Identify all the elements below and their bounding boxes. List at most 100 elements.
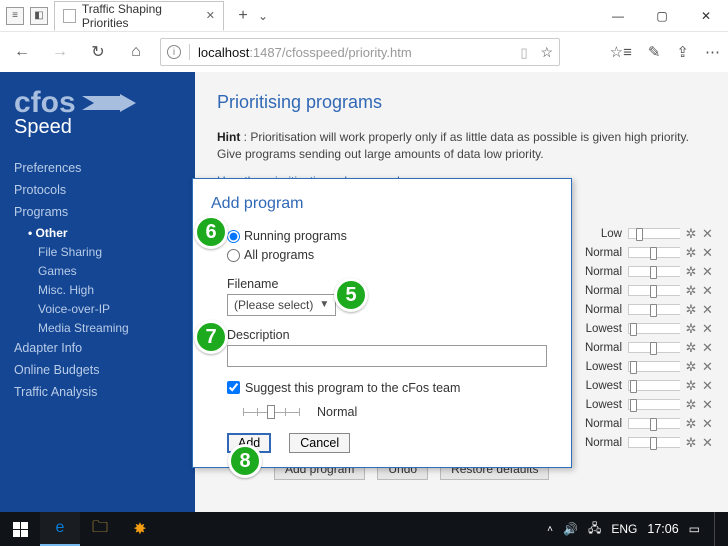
radio-all-input[interactable] <box>227 249 240 262</box>
system-tray: ˄ 🔊 🖧 ENG 17:06 ▭ <box>547 512 728 546</box>
priority-slider[interactable] <box>628 380 680 391</box>
forward-button[interactable]: → <box>46 38 74 66</box>
taskbar-explorer-icon[interactable]: 🗀 <box>80 512 120 546</box>
nav-protocols[interactable]: Protocols <box>14 179 181 201</box>
gear-icon[interactable]: ✲ <box>684 417 698 431</box>
sidebar-toggle-icon[interactable]: ◧ <box>30 7 48 25</box>
tab-favicon <box>63 9 76 23</box>
share-icon[interactable]: ⇪ <box>676 43 689 61</box>
logo-line2: Speed <box>14 116 181 139</box>
dialog-title: Add program <box>211 195 553 213</box>
priority-slider[interactable] <box>628 437 680 448</box>
delete-icon[interactable]: ✕ <box>702 245 714 261</box>
delete-icon[interactable]: ✕ <box>702 435 714 451</box>
tab-close-icon[interactable]: ✕ <box>206 9 215 22</box>
radio-all-programs[interactable]: All programs <box>227 246 553 265</box>
suggest-checkbox-row[interactable]: Suggest this program to the cFos team <box>227 381 553 395</box>
nav-voip[interactable]: Voice-over-IP <box>28 299 181 318</box>
radio-running-programs[interactable]: Running programs <box>227 227 553 246</box>
delete-icon[interactable]: ✕ <box>702 378 714 394</box>
home-button[interactable]: ⌂ <box>122 38 150 66</box>
suggest-label: Suggest this program to the cFos team <box>245 381 460 395</box>
browser-tab[interactable]: Traffic Shaping Priorities ✕ <box>54 1 224 31</box>
gear-icon[interactable]: ✲ <box>684 341 698 355</box>
delete-icon[interactable]: ✕ <box>702 416 714 432</box>
priority-slider[interactable] <box>628 342 680 353</box>
site-info-icon[interactable]: i <box>167 45 181 59</box>
tab-dropdown-icon[interactable]: ⌄ <box>258 9 268 23</box>
show-desktop-button[interactable] <box>714 512 720 546</box>
tray-overflow-icon[interactable]: ˄ <box>547 524 553 535</box>
tray-notifications-icon[interactable]: ▭ <box>689 522 700 536</box>
reading-view-icon[interactable]: ▯ <box>520 45 534 59</box>
dialog-priority-slider[interactable] <box>243 406 299 418</box>
nav-adapter-info[interactable]: Adapter Info <box>14 337 181 359</box>
nav-traffic-analysis[interactable]: Traffic Analysis <box>14 381 181 403</box>
priority-slider[interactable] <box>628 304 680 315</box>
new-tab-button[interactable]: + <box>230 7 256 25</box>
minimize-button[interactable]: — <box>596 0 640 32</box>
dialog-priority-value: Normal <box>317 405 357 419</box>
windows-logo-icon <box>13 522 28 537</box>
taskbar-edge-icon[interactable]: e <box>40 512 80 546</box>
suggest-checkbox[interactable] <box>227 381 240 394</box>
cancel-button[interactable]: Cancel <box>289 433 350 453</box>
nav-programs[interactable]: Programs <box>14 201 181 223</box>
nav-online-budgets[interactable]: Online Budgets <box>14 359 181 381</box>
gear-icon[interactable]: ✲ <box>684 436 698 450</box>
address-bar[interactable]: i localhost:1487/cfosspeed/priority.htm … <box>160 38 560 66</box>
delete-icon[interactable]: ✕ <box>702 264 714 280</box>
nav-other[interactable]: Other <box>28 223 181 242</box>
refresh-button[interactable]: ↻ <box>84 38 112 66</box>
nav-misc-high[interactable]: Misc. High <box>28 280 181 299</box>
nav-games[interactable]: Games <box>28 261 181 280</box>
radio-running-input[interactable] <box>227 230 240 243</box>
delete-icon[interactable]: ✕ <box>702 397 714 413</box>
filename-select-value: (Please select) <box>234 298 313 312</box>
gear-icon[interactable]: ✲ <box>684 360 698 374</box>
priority-slider[interactable] <box>628 285 680 296</box>
taskbar-app-icon[interactable]: ✸ <box>120 512 160 546</box>
nav-media[interactable]: Media Streaming <box>28 318 181 337</box>
back-button[interactable]: ← <box>8 38 36 66</box>
priority-slider[interactable] <box>628 247 680 258</box>
gear-icon[interactable]: ✲ <box>684 265 698 279</box>
filename-select[interactable]: (Please select) ▼ <box>227 294 336 316</box>
gear-icon[interactable]: ✲ <box>684 227 698 241</box>
gear-icon[interactable]: ✲ <box>684 246 698 260</box>
favorites-hub-icon[interactable]: ☆≡ <box>610 43 632 61</box>
gear-icon[interactable]: ✲ <box>684 398 698 412</box>
tray-clock[interactable]: 17:06 <box>647 522 678 536</box>
more-icon[interactable]: ⋯ <box>705 43 720 61</box>
favorite-star-icon[interactable]: ☆ <box>540 44 553 61</box>
delete-icon[interactable]: ✕ <box>702 226 714 242</box>
recent-activity-icon[interactable]: ≡ <box>6 7 24 25</box>
start-button[interactable] <box>0 512 40 546</box>
close-window-button[interactable]: ✕ <box>684 0 728 32</box>
priority-slider[interactable] <box>628 266 680 277</box>
priority-slider[interactable] <box>628 399 680 410</box>
gear-icon[interactable]: ✲ <box>684 303 698 317</box>
delete-icon[interactable]: ✕ <box>702 340 714 356</box>
priority-slider[interactable] <box>628 418 680 429</box>
delete-icon[interactable]: ✕ <box>702 321 714 337</box>
maximize-button[interactable]: ▢ <box>640 0 684 32</box>
nav-file-sharing[interactable]: File Sharing <box>28 242 181 261</box>
priority-slider[interactable] <box>628 361 680 372</box>
tray-network-icon[interactable]: 🖧 <box>588 519 601 540</box>
gear-icon[interactable]: ✲ <box>684 322 698 336</box>
nav-preferences[interactable]: Preferences <box>14 157 181 179</box>
gear-icon[interactable]: ✲ <box>684 284 698 298</box>
notes-icon[interactable]: ✎ <box>648 43 661 61</box>
dialog-buttons: Add Cancel <box>227 433 553 453</box>
gear-icon[interactable]: ✲ <box>684 379 698 393</box>
priority-slider[interactable] <box>628 228 680 239</box>
delete-icon[interactable]: ✕ <box>702 302 714 318</box>
delete-icon[interactable]: ✕ <box>702 283 714 299</box>
browser-toolbar: ← → ↻ ⌂ i localhost:1487/cfosspeed/prior… <box>0 32 728 72</box>
priority-slider[interactable] <box>628 323 680 334</box>
tray-language[interactable]: ENG <box>611 522 637 536</box>
delete-icon[interactable]: ✕ <box>702 359 714 375</box>
description-input[interactable] <box>227 345 547 367</box>
tray-volume-icon[interactable]: 🔊 <box>563 522 578 536</box>
